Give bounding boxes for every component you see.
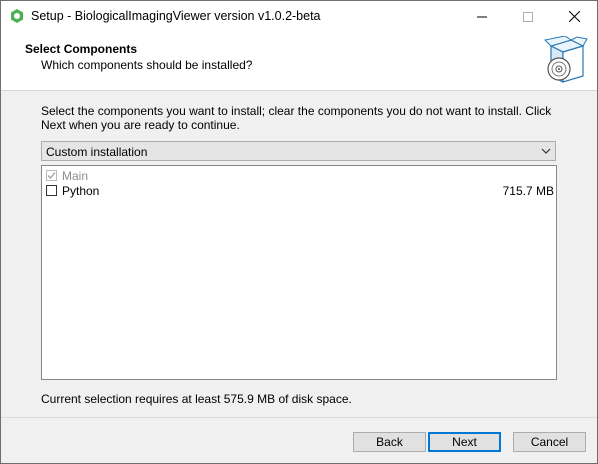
install-type-value: Custom installation — [46, 145, 148, 159]
install-type-dropdown[interactable]: Custom installation — [41, 141, 556, 161]
close-button[interactable] — [551, 1, 597, 32]
setup-window: Setup - BiologicalImagingViewer version … — [0, 0, 598, 464]
minimize-icon — [477, 16, 487, 17]
python-checkbox[interactable] — [46, 185, 57, 196]
cancel-button[interactable]: Cancel — [513, 432, 586, 452]
disk-space-requirement: Current selection requires at least 575.… — [41, 392, 352, 406]
software-box-icon — [543, 36, 588, 83]
app-icon — [11, 9, 23, 23]
component-label: Python — [62, 184, 100, 198]
close-icon — [568, 11, 580, 22]
main-checkbox[interactable] — [46, 170, 57, 181]
chevron-down-icon — [541, 148, 551, 154]
list-item[interactable]: Main — [46, 169, 554, 184]
page-title: Select Components — [25, 42, 138, 56]
components-list[interactable]: Main Python 715.7 MB — [41, 165, 557, 380]
check-icon — [47, 172, 56, 179]
component-label: Main — [62, 169, 89, 183]
minimize-button[interactable] — [459, 1, 505, 32]
wizard-header: Select Components Which components shoul… — [1, 32, 597, 91]
maximize-button[interactable] — [505, 1, 551, 32]
back-button[interactable]: Back — [353, 432, 426, 452]
title-bar[interactable]: Setup - BiologicalImagingViewer version … — [1, 1, 597, 32]
instructions-text: Select the components you want to instal… — [41, 104, 552, 132]
component-size: 715.7 MB — [502, 184, 554, 198]
wizard-footer: Back Next Cancel — [1, 417, 597, 463]
window-title: Setup - BiologicalImagingViewer version … — [31, 9, 321, 23]
page-subtitle: Which components should be installed? — [41, 58, 253, 72]
list-item[interactable]: Python 715.7 MB — [46, 184, 554, 199]
next-button[interactable]: Next — [428, 432, 501, 452]
maximize-icon — [523, 11, 533, 22]
